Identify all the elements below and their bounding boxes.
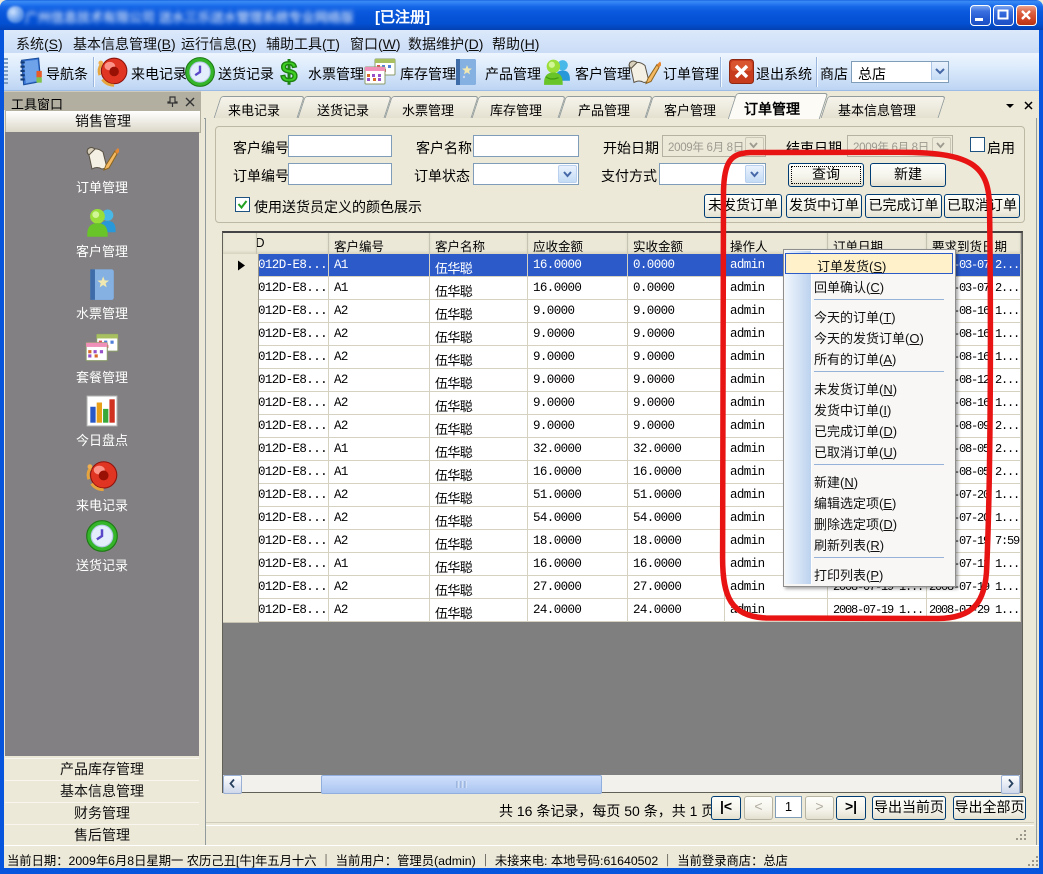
svg-text:$: $ — [281, 56, 298, 87]
